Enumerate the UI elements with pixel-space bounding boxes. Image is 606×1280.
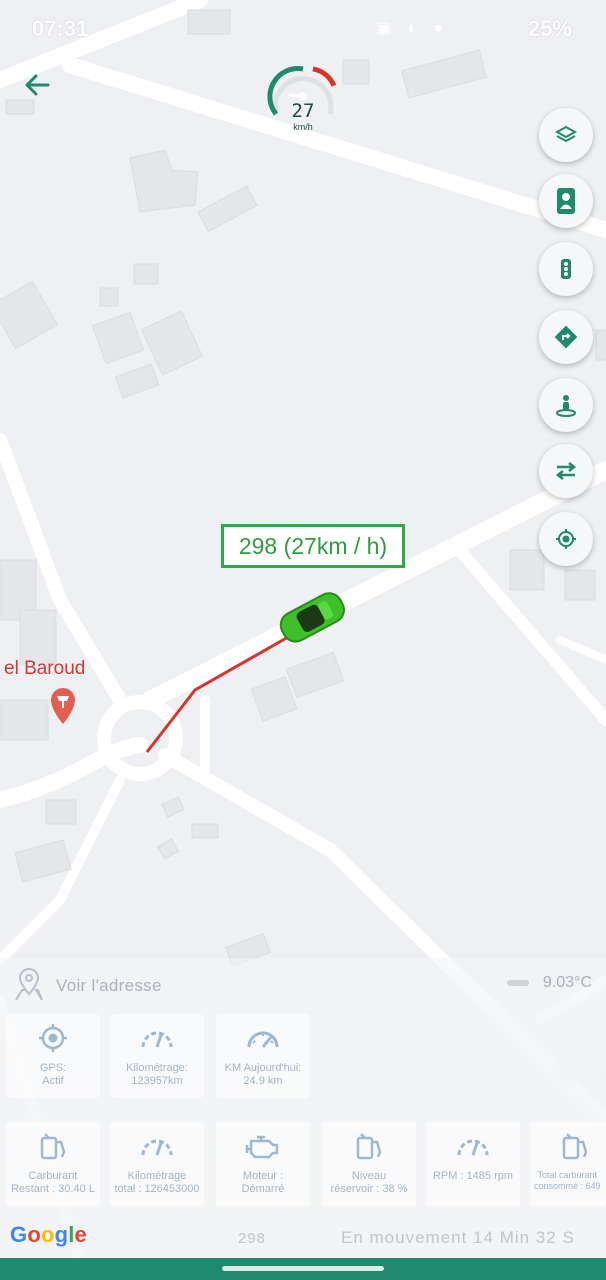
status-bar: 07:31 ▣ ◐ ● 25% — [0, 0, 606, 56]
fuel-icon — [562, 1133, 588, 1160]
back-arrow-icon[interactable] — [22, 70, 52, 100]
weather: 9.03°C — [506, 974, 592, 992]
engine-card[interactable]: Moteur : Démarré — [216, 1122, 310, 1206]
traffic-light-icon — [561, 259, 571, 279]
street-view-button[interactable] — [539, 378, 593, 432]
gps-card[interactable]: GPS: Actif — [6, 1014, 100, 1098]
km-today-card[interactable]: KM Aujourd'hui: 24.9 km — [216, 1014, 310, 1098]
tank-level-label: Niveau réservoir : 38 % — [330, 1170, 408, 1195]
mileage-label: Kilométrage: 123957km — [126, 1062, 188, 1087]
restaurant-pin-icon[interactable] — [48, 686, 78, 726]
odometer-icon — [141, 1031, 173, 1048]
speedometer: 27 km/h — [266, 60, 340, 138]
speed-value: 27 — [291, 100, 315, 122]
cloud-icon — [506, 980, 529, 986]
crosshair-icon — [556, 529, 576, 549]
vehicle-id: 298 — [238, 1230, 267, 1247]
address-button[interactable]: Voir l'adresse — [12, 968, 162, 1004]
directions-icon — [554, 325, 578, 349]
driver-icon — [557, 188, 575, 214]
fuel-icon — [40, 1133, 66, 1160]
google-logo: Google — [10, 1222, 87, 1247]
mileage-card[interactable]: Kilométrage: 123957km — [110, 1014, 204, 1098]
rpm-label: RPM : 1485 rpm — [432, 1170, 514, 1182]
gps-icon — [39, 1024, 67, 1052]
fuel-remaining-label: Carburant Restant : 30.40 L — [11, 1170, 95, 1195]
gauge-icon — [457, 1139, 489, 1156]
speed-unit: km/h — [293, 122, 313, 132]
tank-level-card[interactable]: Niveau réservoir : 38 % — [322, 1122, 416, 1206]
engine-icon — [245, 1135, 279, 1159]
poi-label[interactable]: el Baroud — [4, 658, 85, 680]
total-fuel-card[interactable]: Total carburant consommé : 649 — [530, 1122, 606, 1206]
gps-label: GPS: Actif — [39, 1062, 67, 1087]
battery-level: 25% — [527, 16, 572, 41]
locate-button[interactable] — [539, 512, 593, 566]
driver-button[interactable] — [539, 174, 593, 228]
gauge-icon — [247, 1031, 279, 1048]
traffic-button[interactable] — [539, 242, 593, 296]
total-mileage-label: Kilométrage total : 126453000 — [114, 1170, 200, 1195]
movement-status: En mouvement 14 Min 32 S — [341, 1228, 575, 1247]
swap-button[interactable] — [539, 444, 593, 498]
home-indicator[interactable] — [222, 1266, 384, 1271]
odometer-icon — [141, 1139, 173, 1156]
fuel-icon — [356, 1133, 382, 1160]
street-view-icon — [556, 395, 576, 417]
fuel-remaining-card[interactable]: Carburant Restant : 30.40 L — [6, 1122, 100, 1206]
rpm-card[interactable]: RPM : 1485 rpm — [426, 1122, 520, 1206]
total-mileage-card[interactable]: Kilométrage total : 126453000 — [110, 1122, 204, 1206]
temperature-value: 9.03°C — [542, 974, 592, 991]
vehicle-speed-label: 298 (27km / h) — [221, 524, 405, 568]
layers-button[interactable] — [539, 108, 593, 162]
total-fuel-label: Total carburant consommé : 649 — [534, 1170, 601, 1191]
status-icons: ▣ ◐ ● — [376, 20, 450, 37]
swap-arrows-icon — [555, 462, 577, 480]
engine-label: Moteur : Démarré — [241, 1170, 285, 1195]
status-time: 07:31 — [32, 16, 89, 41]
location-pin-icon — [15, 968, 43, 1001]
km-today-label: KM Aujourd'hui: 24.9 km — [224, 1062, 302, 1087]
layers-icon — [555, 125, 577, 143]
address-label: Voir l'adresse — [56, 976, 162, 995]
directions-button[interactable] — [539, 310, 593, 364]
